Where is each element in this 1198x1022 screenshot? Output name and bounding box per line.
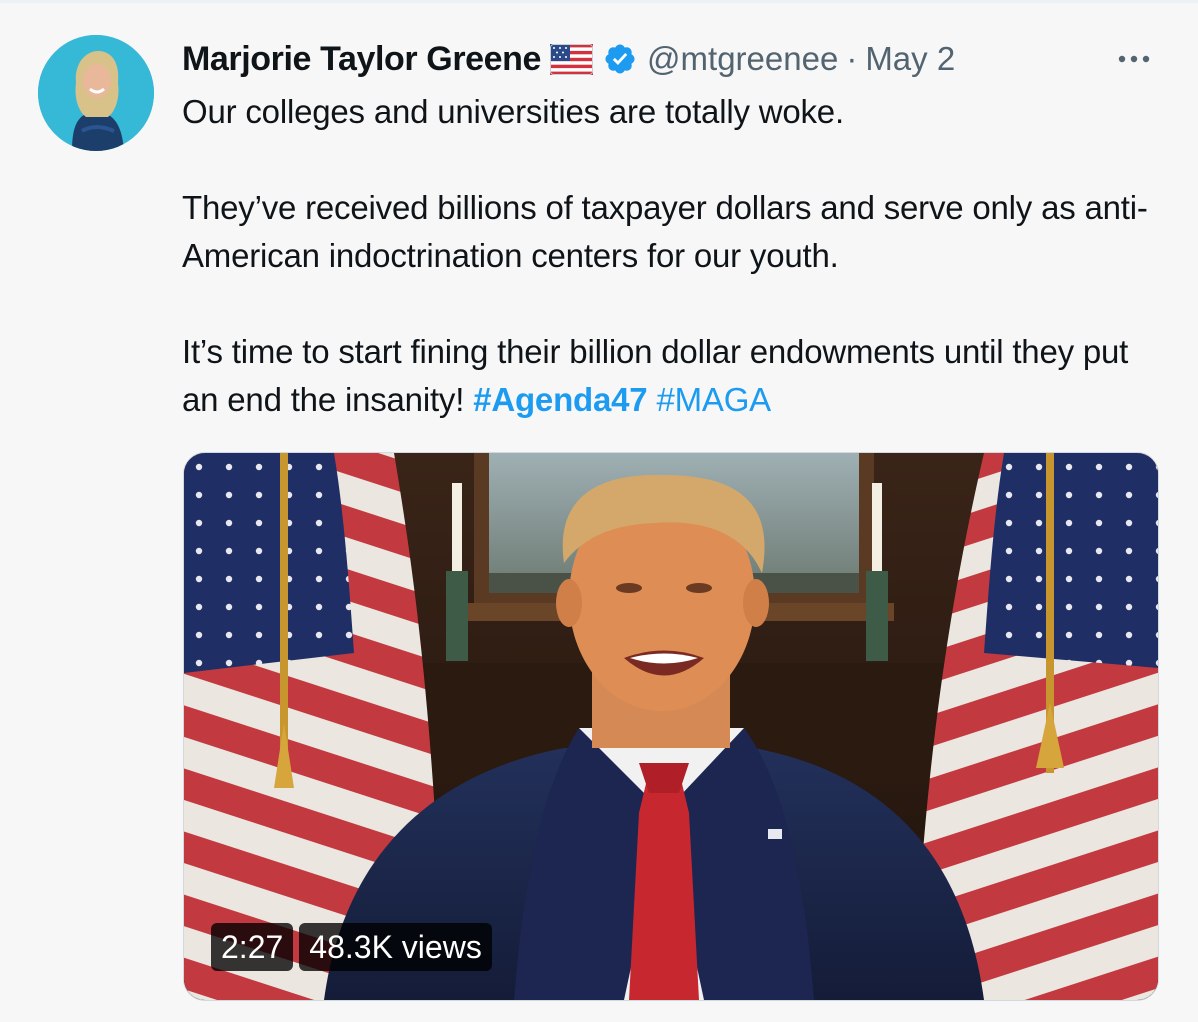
tweet-paragraph-2: They’ve received billions of taxpayer do… [182, 189, 1148, 274]
tweet-header: Marjorie Taylor Greene @mtgreenee · May … [182, 36, 955, 82]
tweet-paragraph-3: It’s time to start fining their billion … [182, 328, 1172, 424]
video-views-badge: 48.3K views [299, 923, 492, 971]
tweet-date[interactable]: May 2 [865, 40, 955, 78]
more-options-icon[interactable] [1112, 44, 1156, 74]
tweet-card[interactable]: Marjorie Taylor Greene @mtgreenee · May … [0, 0, 1198, 1022]
verified-badge-icon[interactable] [603, 42, 637, 76]
video-duration-badge: 2:27 [211, 923, 294, 971]
author-name[interactable]: Marjorie Taylor Greene [182, 40, 541, 79]
tweet-paragraph-1: Our colleges and universities are totall… [182, 93, 844, 130]
us-flag-icon [550, 43, 594, 75]
author-avatar[interactable] [38, 35, 154, 151]
video-badges: 2:27 48.3K views [211, 923, 492, 971]
video-player[interactable]: 2:27 48.3K views [183, 452, 1159, 1001]
separator-dot: · [846, 40, 858, 77]
video-thumbnail [184, 453, 1158, 1000]
hashtag-agenda47[interactable]: #Agenda47 [473, 381, 647, 418]
tweet-text: Our colleges and universities are totall… [182, 88, 1172, 424]
hashtag-maga[interactable]: #MAGA [656, 381, 771, 418]
author-handle[interactable]: @mtgreenee [647, 40, 838, 78]
